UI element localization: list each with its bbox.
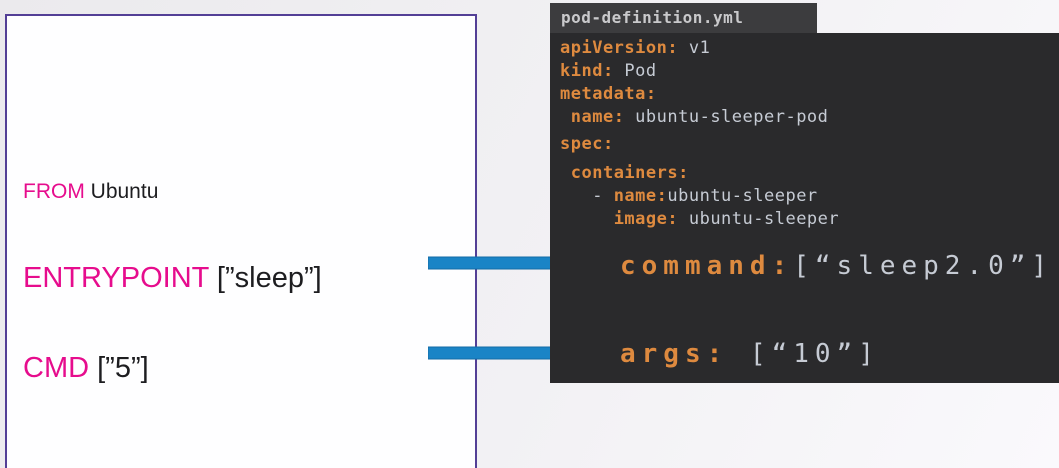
yaml-key: kind: bbox=[560, 61, 614, 81]
slide-background: FROM Ubuntu ENTRYPOINT [”sleep”] CMD [”5… bbox=[0, 0, 1059, 468]
yaml-value: ubuntu-sleeper bbox=[667, 186, 817, 206]
yaml-value: ubuntu-sleeper bbox=[678, 209, 839, 229]
yaml-file-tab-label: pod-definition.yml bbox=[561, 8, 743, 27]
code-line: apiVersion: v1 bbox=[560, 37, 1059, 60]
command-key: command: bbox=[620, 251, 793, 281]
yaml-key: containers: bbox=[571, 163, 689, 183]
yaml-key: spec: bbox=[560, 134, 614, 154]
entrypoint-value: [”sleep”] bbox=[209, 262, 322, 294]
dockerfile-panel: FROM Ubuntu ENTRYPOINT [”sleep”] CMD [”5… bbox=[5, 14, 477, 468]
yaml-key: name: bbox=[614, 186, 668, 206]
yaml-key: apiVersion: bbox=[560, 38, 678, 58]
code-indent bbox=[560, 107, 571, 127]
code-line: image: ubuntu-sleeper bbox=[560, 208, 1059, 231]
cmd-keyword: CMD bbox=[23, 352, 89, 384]
yaml-value: ubuntu-sleeper-pod bbox=[624, 107, 828, 127]
code-line: spec: bbox=[560, 133, 1059, 156]
entrypoint-keyword: ENTRYPOINT bbox=[23, 262, 209, 294]
yaml-key: metadata: bbox=[560, 84, 657, 104]
yaml-value: v1 bbox=[678, 38, 710, 58]
cmd-value: [”5”] bbox=[89, 352, 149, 384]
args-key: args: bbox=[620, 339, 728, 369]
command-line: command:[“sleep2.0”] bbox=[620, 249, 1059, 283]
dockerfile-line-entrypoint: ENTRYPOINT [”sleep”] bbox=[23, 260, 322, 296]
code-line: containers: bbox=[560, 162, 1059, 185]
code-line: kind: Pod bbox=[560, 60, 1059, 83]
yaml-file-tab: pod-definition.yml bbox=[550, 3, 817, 33]
code-line: name: ubuntu-sleeper-pod bbox=[560, 106, 1059, 129]
command-value: [“sleep2.0”] bbox=[793, 251, 1053, 281]
code-line: - name:ubuntu-sleeper bbox=[560, 185, 1059, 208]
pod-yaml-code-window: apiVersion: v1 kind: Pod metadata: name:… bbox=[550, 33, 1059, 383]
yaml-key: image: bbox=[614, 209, 678, 229]
args-value: [“10”] bbox=[728, 339, 880, 369]
yaml-key: name: bbox=[571, 107, 625, 127]
code-indent: - bbox=[560, 186, 614, 206]
from-value: Ubuntu bbox=[85, 180, 159, 203]
code-line: metadata: bbox=[560, 83, 1059, 106]
code-indent bbox=[560, 209, 614, 229]
from-keyword: FROM bbox=[23, 180, 85, 203]
dockerfile-line-from: FROM Ubuntu bbox=[23, 179, 158, 205]
dockerfile-line-cmd: CMD [”5”] bbox=[23, 350, 149, 386]
yaml-value: Pod bbox=[614, 61, 657, 81]
args-line: args: [“10”] bbox=[620, 337, 1059, 371]
code-indent bbox=[560, 163, 571, 183]
